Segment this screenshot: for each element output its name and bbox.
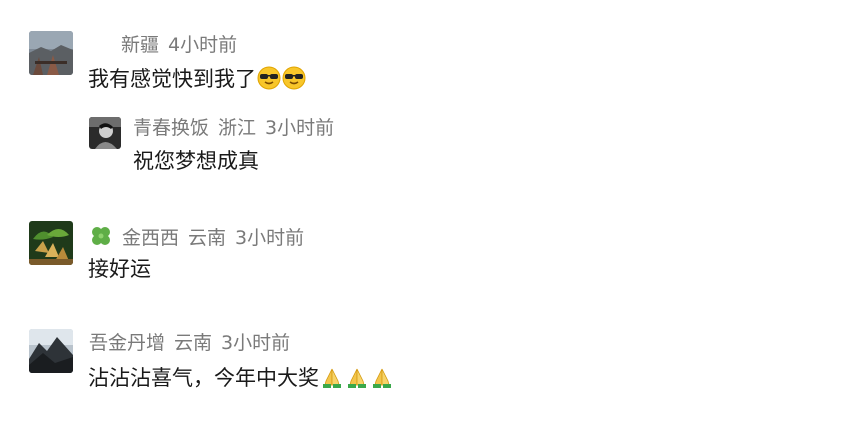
comment-text: 接好运 bbox=[88, 257, 151, 281]
username[interactable]: 吾金丹增 bbox=[89, 332, 165, 354]
username[interactable]: 青春换饭 bbox=[133, 117, 209, 139]
comment-meta: 新疆 4小时前 bbox=[121, 33, 237, 57]
praying-hands-emoji bbox=[345, 365, 369, 396]
cool-face-emoji bbox=[282, 66, 306, 97]
avatar[interactable] bbox=[29, 31, 73, 75]
comment-meta: 金西西 云南 3小时前 bbox=[89, 224, 304, 254]
comment-text: 沾沾沾喜气，今年中大奖 bbox=[88, 364, 394, 396]
avatar[interactable] bbox=[89, 117, 121, 149]
reply-meta: 青春换饭 浙江 3小时前 bbox=[133, 116, 334, 140]
clover-icon bbox=[89, 224, 113, 254]
region: 新疆 bbox=[121, 34, 160, 56]
cool-face-emoji bbox=[257, 66, 281, 97]
comment-meta: 吾金丹增 云南 3小时前 bbox=[89, 331, 290, 355]
timestamp: 3小时前 bbox=[221, 332, 291, 354]
avatar[interactable] bbox=[29, 329, 73, 373]
region: 浙江 bbox=[218, 117, 257, 139]
reply-text: 祝您梦想成真 bbox=[133, 149, 259, 173]
timestamp: 3小时前 bbox=[235, 227, 305, 249]
comment-text: 我有感觉快到我了 bbox=[88, 65, 306, 97]
praying-hands-emoji bbox=[370, 365, 394, 396]
praying-hands-emoji bbox=[320, 365, 344, 396]
timestamp: 3小时前 bbox=[265, 117, 335, 139]
timestamp: 4小时前 bbox=[168, 34, 238, 56]
avatar[interactable] bbox=[29, 221, 73, 265]
region: 云南 bbox=[174, 332, 213, 354]
username[interactable]: 金西西 bbox=[122, 227, 179, 249]
region: 云南 bbox=[188, 227, 227, 249]
